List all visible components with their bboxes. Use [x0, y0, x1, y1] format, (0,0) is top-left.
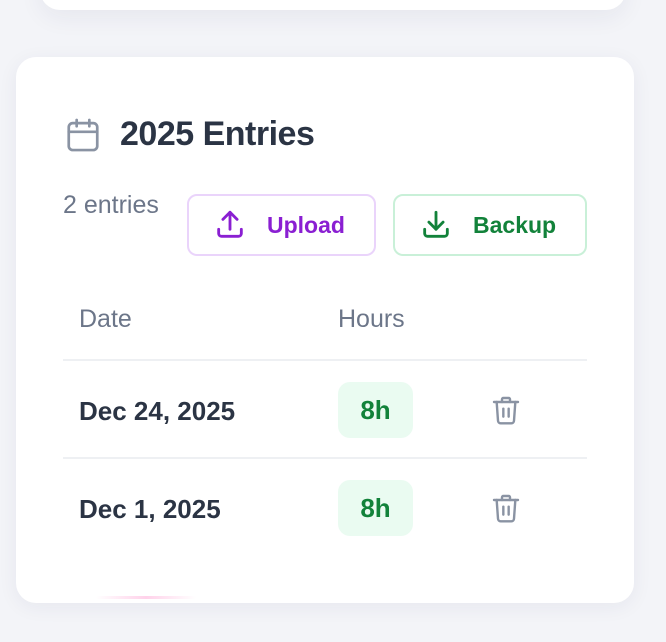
row-divider — [63, 457, 587, 459]
entries-card: 2025 Entries 2 entries Upload Backup Dat… — [16, 57, 634, 603]
delete-icon[interactable] — [490, 393, 522, 427]
decorative-accent — [96, 596, 196, 599]
background-panel — [40, 0, 626, 10]
upload-button[interactable]: Upload — [187, 194, 376, 256]
column-header-date: Date — [79, 305, 132, 333]
row-date: Dec 24, 2025 — [79, 396, 236, 426]
entry-count: 2 entries — [63, 191, 159, 219]
download-icon — [423, 210, 449, 238]
upload-button-label: Upload — [267, 211, 345, 238]
upload-icon — [217, 210, 243, 238]
calendar-icon — [67, 118, 99, 151]
backup-button[interactable]: Backup — [393, 194, 587, 256]
hours-badge: 8h — [338, 480, 413, 536]
card-header: 2025 Entries — [64, 115, 315, 154]
header-divider — [63, 359, 587, 361]
column-header-hours: Hours — [338, 305, 405, 333]
row-date: Dec 1, 2025 — [79, 494, 221, 524]
page-title: 2025 Entries — [120, 115, 315, 153]
hours-badge: 8h — [338, 382, 413, 438]
backup-button-label: Backup — [473, 211, 557, 238]
delete-icon[interactable] — [490, 491, 522, 525]
